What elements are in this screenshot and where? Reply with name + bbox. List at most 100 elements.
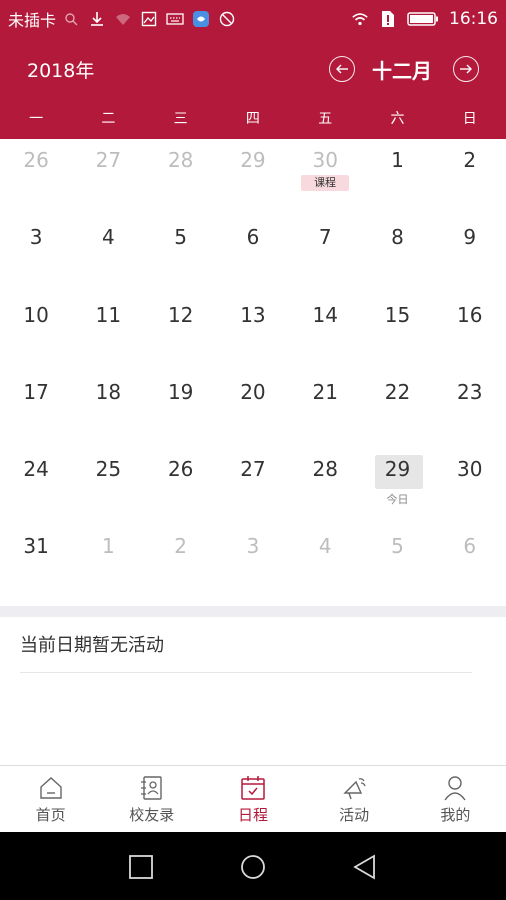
calendar-day[interactable]: 5 <box>145 216 217 293</box>
day-number: 23 <box>457 379 483 404</box>
calendar-day[interactable]: 13 <box>217 294 289 371</box>
calendar-day[interactable]: 31 <box>0 525 72 602</box>
calendar-day[interactable]: 18 <box>72 371 144 448</box>
day-number: 25 <box>95 457 122 482</box>
day-number: 26 <box>23 148 49 172</box>
day-number: 3 <box>29 225 43 250</box>
calendar-day[interactable]: 24 <box>0 448 72 525</box>
nav-item-schedule[interactable]: 日程 <box>202 766 303 832</box>
nav-item-activities[interactable]: 活动 <box>304 766 405 832</box>
day-number: 31 <box>23 534 49 559</box>
nav-item-alumni[interactable]: 校友录 <box>101 766 202 832</box>
day-number: 6 <box>463 534 477 559</box>
calendar-day[interactable]: 26 <box>145 448 217 525</box>
day-number: 20 <box>240 379 266 404</box>
calendar-day[interactable]: 6 <box>217 216 289 293</box>
nav-item-home[interactable]: 首页 <box>0 766 101 832</box>
recent-apps-icon[interactable] <box>128 854 154 880</box>
day-number: 17 <box>23 379 49 404</box>
calendar-day[interactable]: 4 <box>72 216 144 293</box>
calendar-day[interactable]: 1 <box>361 139 433 216</box>
day-number: 19 <box>167 379 194 404</box>
next-month-button[interactable] <box>453 56 479 82</box>
day-number: 11 <box>95 302 122 327</box>
calendar-week-row: 26 27 28 29 30 课程 1 2 <box>0 139 506 216</box>
calendar-day[interactable]: 25 <box>72 448 144 525</box>
calendar-week-row: 24 25 26 27 28 29 今日 30 <box>0 448 506 525</box>
day-number: 2 <box>174 534 188 559</box>
calendar-day[interactable]: 30 课程 <box>289 139 361 216</box>
calendar-day[interactable]: 27 <box>217 448 289 525</box>
day-number: 10 <box>23 302 49 327</box>
app-root: 未插卡 16:16 2018年 十二月 一 二 三 四 五 六 日 26 27 … <box>0 0 506 900</box>
calendar-day[interactable]: 27 <box>72 139 144 216</box>
calendar-day[interactable]: 28 <box>145 139 217 216</box>
calendar-day[interactable]: 2 <box>434 139 506 216</box>
home-circle-icon[interactable] <box>240 854 266 880</box>
calendar-grid: 26 27 28 29 30 课程 1 2 3 4 5 6 7 8 9 10 11 12 13 14 15 16 17 18 1… <box>0 139 506 603</box>
calendar-day[interactable]: 15 <box>361 294 433 371</box>
status-bar: 未插卡 16:16 <box>0 0 506 38</box>
megaphone-icon <box>343 778 366 800</box>
calendar-day[interactable]: 29 <box>217 139 289 216</box>
calendar-day[interactable]: 3 <box>217 525 289 602</box>
day-number: 1 <box>391 148 404 172</box>
notification-icons <box>62 11 236 27</box>
calendar-day[interactable]: 9 <box>434 216 506 293</box>
calendar-day[interactable]: 23 <box>434 371 506 448</box>
calendar-week-row: 10 11 12 13 14 15 16 <box>0 294 506 371</box>
carrier-label: 未插卡 <box>8 11 57 30</box>
calendar-day[interactable]: 1 <box>72 525 144 602</box>
weekday-label: 五 <box>318 111 333 127</box>
calendar-day[interactable]: 17 <box>0 371 72 448</box>
calendar-day[interactable]: 21 <box>289 371 361 448</box>
calendar-day[interactable]: 11 <box>72 294 144 371</box>
calendar-day[interactable]: 8 <box>361 216 433 293</box>
day-number: 4 <box>102 225 115 250</box>
nav-label-home: 首页 <box>35 806 66 824</box>
year-label: 2018年 <box>27 60 95 82</box>
day-number: 14 <box>312 302 338 327</box>
calendar-day[interactable]: 28 <box>289 448 361 525</box>
status-right: 16:16 <box>351 9 498 29</box>
weekday-header: 一 二 三 四 五 六 日 <box>0 100 506 139</box>
no-sim-icon <box>379 11 397 27</box>
calendar-day[interactable]: 26 <box>0 139 72 216</box>
calendar-day[interactable]: 7 <box>289 216 361 293</box>
calendar-day[interactable]: 14 <box>289 294 361 371</box>
calendar-day[interactable]: 2 <box>145 525 217 602</box>
weekday-label: 二 <box>101 111 116 127</box>
weekday-label: 四 <box>245 111 260 127</box>
prev-month-button[interactable] <box>329 56 355 82</box>
calendar-day[interactable]: 16 <box>434 294 506 371</box>
divider-line <box>20 672 472 673</box>
day-number: 18 <box>95 379 122 404</box>
calendar-day[interactable]: 20 <box>217 371 289 448</box>
calendar-day[interactable]: 12 <box>145 294 217 371</box>
calendar-day[interactable]: 30 <box>434 448 506 525</box>
nav-label-alumni: 校友录 <box>129 806 175 824</box>
day-number: 2 <box>463 148 477 172</box>
day-number: 13 <box>240 302 266 327</box>
calendar-day[interactable]: 6 <box>434 525 506 602</box>
day-number: 22 <box>384 379 411 404</box>
back-triangle-icon[interactable] <box>352 854 378 880</box>
day-number: 30 <box>457 457 483 482</box>
calendar-day-today[interactable]: 29 今日 <box>361 448 433 525</box>
nav-item-profile[interactable]: 我的 <box>405 766 506 832</box>
calendar-day[interactable]: 5 <box>361 525 433 602</box>
profile-icon <box>444 776 466 801</box>
calendar-day[interactable]: 4 <box>289 525 361 602</box>
calendar-week-row: 17 18 19 20 21 22 23 <box>0 371 506 448</box>
calendar-day[interactable]: 22 <box>361 371 433 448</box>
calendar-day[interactable]: 10 <box>0 294 72 371</box>
wifi-question-icon <box>114 11 132 27</box>
day-number: 6 <box>246 225 260 250</box>
contacts-book-icon <box>140 776 162 800</box>
calendar-day[interactable]: 3 <box>0 216 72 293</box>
calendar-day[interactable]: 19 <box>145 371 217 448</box>
arrow-left-icon <box>336 64 348 74</box>
section-divider <box>0 606 506 617</box>
keyboard-icon <box>166 11 184 27</box>
day-number: 8 <box>391 225 404 250</box>
